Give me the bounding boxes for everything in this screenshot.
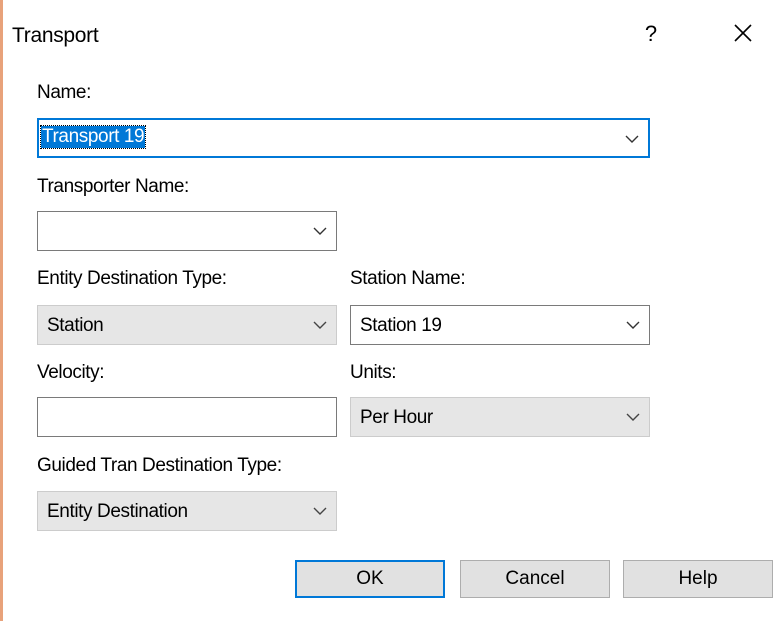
chevron-down-icon: [626, 413, 640, 421]
close-icon: [734, 24, 752, 42]
dialog-title: Transport: [12, 24, 99, 47]
entity-destination-type-value: Station: [47, 315, 104, 336]
guided-tran-destination-type-value: Entity Destination: [47, 501, 188, 522]
chevron-down-icon: [626, 321, 640, 329]
transporter-name-combobox[interactable]: [37, 211, 337, 251]
transporter-name-label: Transporter Name:: [37, 176, 189, 197]
close-button[interactable]: [728, 18, 758, 48]
help-button[interactable]: Help: [623, 560, 773, 598]
name-combobox[interactable]: Transport 19: [37, 118, 650, 158]
guided-tran-destination-type-label: Guided Tran Destination Type:: [37, 455, 282, 476]
station-name-combobox[interactable]: Station 19: [350, 305, 650, 345]
chevron-down-icon: [625, 135, 639, 143]
chevron-down-icon: [313, 507, 327, 515]
name-label: Name:: [37, 82, 91, 103]
cancel-button[interactable]: Cancel: [460, 560, 610, 598]
context-help-button[interactable]: ?: [639, 20, 663, 48]
ok-button[interactable]: OK: [295, 560, 445, 598]
name-value: Transport 19: [39, 125, 147, 149]
units-select[interactable]: Per Hour: [350, 397, 650, 437]
transport-dialog: Transport ? Name: Transport 19 Transport…: [3, 0, 782, 621]
chevron-down-icon: [313, 227, 327, 235]
entity-destination-type-select[interactable]: Station: [37, 305, 337, 345]
station-name-value: Station 19: [360, 315, 442, 336]
entity-destination-type-label: Entity Destination Type:: [37, 268, 227, 289]
chevron-down-icon: [313, 321, 327, 329]
velocity-input[interactable]: [37, 397, 337, 437]
units-label: Units:: [350, 362, 397, 383]
guided-tran-destination-type-select[interactable]: Entity Destination: [37, 491, 337, 531]
station-name-label: Station Name:: [350, 268, 466, 289]
velocity-label: Velocity:: [37, 362, 105, 383]
units-value: Per Hour: [360, 407, 433, 428]
